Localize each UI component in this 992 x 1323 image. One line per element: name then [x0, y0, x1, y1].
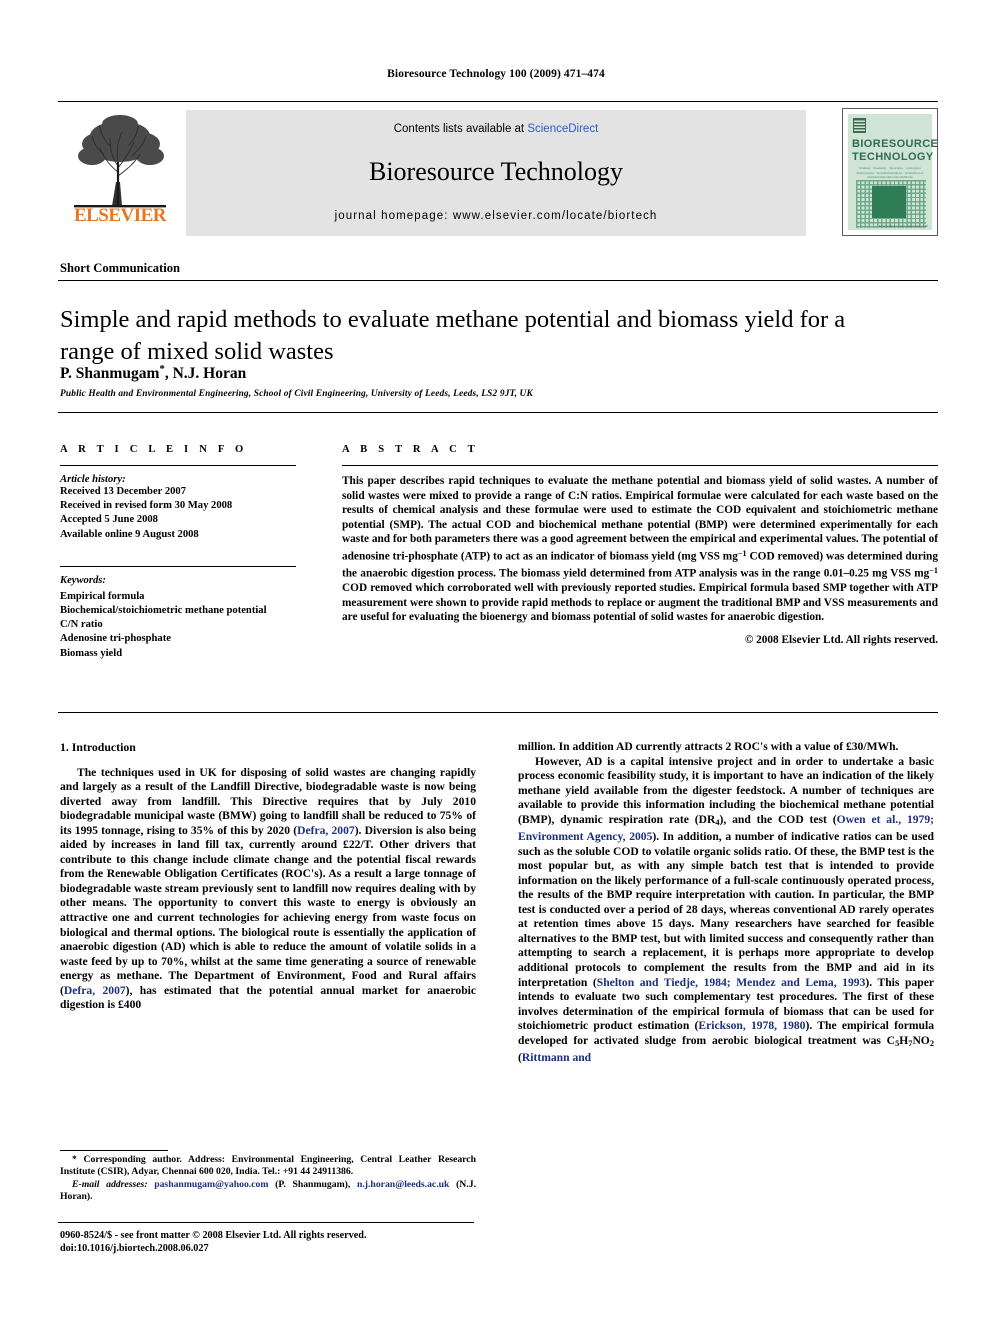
citation-link[interactable]: Defra, 2007	[297, 824, 355, 837]
email-note: E-mail addresses: pashanmugam@yahoo.com …	[60, 1179, 476, 1204]
article-history-list: Received 13 December 2007 Received in re…	[60, 485, 296, 542]
abstract-column: A B S T R A C T This paper describes rap…	[342, 444, 938, 646]
divider-infobox-top	[58, 412, 938, 413]
journal-banner: Contents lists available at ScienceDirec…	[186, 110, 806, 236]
abstract-heading: A B S T R A C T	[342, 444, 479, 455]
formula-element: NO	[912, 1033, 930, 1047]
issn-copyright-line: 0960-8524/$ - see front matter © 2008 El…	[60, 1230, 367, 1241]
paragraph-text: ). Diversion is also being aided by incr…	[60, 823, 476, 997]
journal-cover-thumbnail: BIORESOURCE TECHNOLOGY biomass · bioener…	[842, 108, 938, 236]
body-paragraph-continued: million. In addition AD currently attrac…	[518, 740, 899, 753]
cover-title-line2: TECHNOLOGY	[852, 150, 934, 163]
keywords-label: Keywords:	[60, 574, 106, 586]
history-item: Received 13 December 2007	[60, 486, 187, 497]
article-info-heading: A R T I C L E I N F O	[60, 444, 248, 455]
cover-title-line1: BIORESOURCE	[852, 138, 938, 150]
journal-masthead: ELSEVIER Contents lists available at Sci…	[58, 101, 938, 238]
article-page: Bioresource Technology 100 (2009) 471–47…	[0, 0, 992, 1323]
formula-element: H	[899, 1033, 909, 1047]
subscript: 2	[929, 1038, 934, 1048]
keywords-list: Empirical formula Biochemical/stoichiome…	[60, 590, 296, 661]
history-item: Accepted 5 June 2008	[60, 514, 158, 526]
cover-background: BIORESOURCE TECHNOLOGY biomass · bioener…	[848, 114, 937, 230]
email-owner-1: (P. Shanmugam),	[268, 1178, 357, 1190]
citation-link[interactable]: Erickson, 1978, 1980	[698, 1019, 805, 1032]
copyright-line: © 2008 Elsevier Ltd. All rights reserved…	[744, 633, 938, 646]
keyword-item: Biomass yield	[60, 647, 123, 659]
introduction-heading: 1. Introduction	[60, 740, 136, 754]
journal-homepage-link[interactable]: journal homepage: www.elsevier.com/locat…	[186, 210, 806, 222]
sciencedirect-link[interactable]: ScienceDirect	[527, 123, 598, 135]
divider-abstract	[342, 465, 938, 466]
history-item: Received in revised form 30 May 2008	[60, 500, 233, 512]
paragraph-text: ). In addition, a number of indicative r…	[518, 830, 934, 989]
keyword-item: Adenosine tri-phosphate	[60, 633, 171, 645]
history-item: Available online 9 August 2008	[60, 528, 199, 540]
divider-footnote	[60, 1150, 168, 1151]
author-1: P. Shanmugam	[60, 365, 160, 383]
body-paragraph: However, AD is a capital intensive proje…	[518, 755, 934, 1066]
running-head: Bioresource Technology 100 (2009) 471–47…	[387, 68, 605, 80]
abstract-text: This paper describes rapid techniques to…	[342, 474, 938, 625]
journal-title: Bioresource Technology	[368, 157, 624, 186]
article-info-column: A R T I C L E I N F O Article history: R…	[60, 444, 296, 661]
paragraph-text: ), and the COD test (	[719, 812, 837, 826]
email-link-1[interactable]: pashanmugam@yahoo.com	[154, 1179, 268, 1190]
footnote-text: Corresponding author. Address: Environme…	[60, 1154, 476, 1178]
abstract-part-3: COD removed which corroborated well with…	[342, 581, 938, 624]
cover-subtitle: biomass · bioenergy · biowastes · conver…	[856, 166, 924, 180]
footnote-block: * Corresponding author. Address: Environ…	[60, 1154, 476, 1204]
body-column-left: 1. Introduction The techniques used in U…	[60, 740, 476, 1013]
cover-footer-text: ScienceDirect www.sciencedirect.com	[878, 224, 928, 228]
abstract-superscript-1: −1	[737, 548, 747, 558]
citation-link[interactable]: Rittmann and	[522, 1051, 591, 1064]
author-list: P. Shanmugam*, N.J. Horan	[60, 363, 246, 383]
contents-prefix: Contents lists available at	[393, 123, 528, 135]
keyword-item: Biochemical/stoichiometric methane poten…	[60, 605, 267, 617]
divider-article-info	[60, 465, 296, 466]
citation-link[interactable]: Shelton and Tiedje, 1984; Mendez and Lem…	[597, 976, 866, 989]
cover-grid-solid-block	[872, 186, 906, 218]
elsevier-wordmark: ELSEVIER	[73, 205, 167, 226]
email-link-2[interactable]: n.j.horan@leeds.ac.uk	[357, 1179, 449, 1190]
abstract-superscript-2: −1	[929, 565, 938, 575]
divider-keywords	[60, 565, 296, 567]
email-label: E-mail addresses:	[72, 1178, 148, 1190]
citation-link[interactable]: Defra, 2007	[64, 984, 126, 997]
keyword-item: Empirical formula	[60, 590, 145, 602]
keyword-item: C/N ratio	[60, 619, 103, 631]
body-column-right: million. In addition AD currently attrac…	[518, 740, 934, 1066]
cover-elsevier-icon	[853, 118, 866, 133]
bottom-matter: 0960-8524/$ - see front matter © 2008 El…	[60, 1229, 520, 1255]
author-affiliation: Public Health and Environmental Engineer…	[60, 389, 533, 399]
article-type-label: Short Communication	[60, 261, 180, 275]
author-2: , N.J. Horan	[164, 365, 247, 383]
doi-line: doi:10.1016/j.biortech.2008.06.027	[60, 1243, 209, 1254]
article-history-label: Article history:	[60, 474, 126, 485]
divider-bottom-matter	[58, 1222, 474, 1223]
divider-under-type-label	[58, 280, 938, 281]
divider-infobox-bottom	[58, 712, 938, 713]
cover-title: BIORESOURCE TECHNOLOGY	[852, 138, 937, 163]
corresponding-author-note: * Corresponding author. Address: Environ…	[60, 1154, 476, 1179]
body-paragraph: The techniques used in UK for disposing …	[60, 766, 476, 1013]
page-title: Simple and rapid methods to evaluate met…	[60, 306, 846, 366]
contents-lists-line: Contents lists available at ScienceDirec…	[186, 123, 806, 135]
